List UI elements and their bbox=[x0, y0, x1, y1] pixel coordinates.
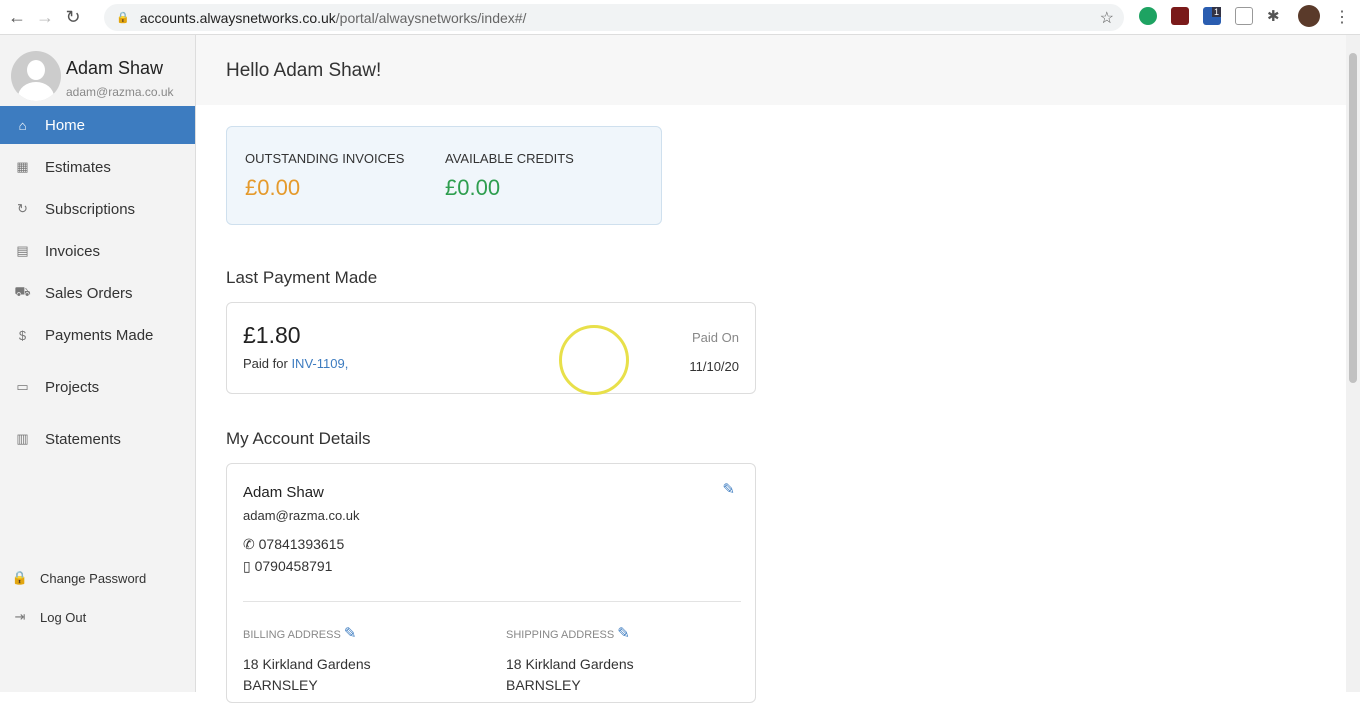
phone-number: 07841393615 bbox=[258, 536, 345, 552]
account-email: adam@razma.co.uk bbox=[243, 508, 360, 523]
invoice-icon: ▤ bbox=[16, 243, 29, 258]
last-payment-card: £1.80 Paid for INV-1109, Paid On 11/10/2… bbox=[226, 302, 756, 394]
cursor-highlight bbox=[559, 325, 629, 395]
logout-icon: ⇥ bbox=[14, 609, 26, 624]
lock-icon: 🔒 bbox=[11, 570, 29, 585]
scrollbar[interactable] bbox=[1346, 35, 1360, 692]
user-name: Adam Shaw bbox=[66, 58, 164, 78]
shipping-label-text: SHIPPING ADDRESS bbox=[506, 629, 615, 641]
sidebar-item-invoices[interactable]: ▤ Invoices bbox=[0, 232, 195, 270]
page-title: Hello Adam Shaw! bbox=[196, 35, 1346, 105]
mobile-number: 0790458791 bbox=[254, 558, 333, 574]
sidebar-item-label: Sales Orders bbox=[45, 284, 133, 302]
outstanding-label: OUTSTANDING INVOICES bbox=[245, 151, 405, 166]
divider bbox=[243, 601, 741, 602]
sidebar-item-label: Invoices bbox=[45, 242, 101, 260]
briefcase-icon: ▭ bbox=[16, 379, 29, 394]
sidebar-item-label: Log Out bbox=[40, 609, 87, 625]
separator: , bbox=[344, 356, 349, 371]
billing-address-label: BILLING ADDRESS ✎ bbox=[243, 624, 356, 642]
sidebar-item-label: Payments Made bbox=[45, 326, 154, 344]
puzzle-extensions-icon[interactable]: ✱ bbox=[1267, 7, 1285, 25]
billing-line1: 18 Kirkland Gardens bbox=[243, 656, 371, 672]
sidebar-item-sales-orders[interactable]: ⛟ Sales Orders bbox=[0, 274, 195, 312]
sidebar-item-home[interactable]: ⌂ Home bbox=[0, 106, 195, 144]
paid-on-date: 11/10/20 bbox=[689, 359, 739, 374]
shipping-line2: BARNSLEY bbox=[506, 677, 581, 693]
statement-icon: ▥ bbox=[16, 431, 29, 446]
shipping-address-label: SHIPPING ADDRESS ✎ bbox=[506, 624, 630, 642]
last-payment-heading: Last Payment Made bbox=[226, 268, 378, 287]
outstanding-value[interactable]: £0.00 bbox=[245, 175, 300, 201]
credits-value[interactable]: £0.00 bbox=[445, 175, 500, 201]
account-name: Adam Shaw bbox=[243, 484, 324, 501]
sidebar-item-label: Estimates bbox=[45, 158, 111, 176]
payment-amount: £1.80 bbox=[243, 322, 301, 348]
billing-address: 18 Kirkland Gardens BARNSLEY bbox=[243, 654, 371, 696]
avatar bbox=[11, 51, 61, 101]
mobile-line: ▯ 0790458791 bbox=[243, 558, 332, 575]
sidebar-item-label: Projects bbox=[45, 378, 100, 396]
address-bar[interactable]: 🔒 accounts.alwaysnetworks.co.uk/portal/a… bbox=[104, 4, 1124, 31]
hangouts-extension-icon[interactable] bbox=[1139, 7, 1157, 25]
user-email: adam@razma.co.uk bbox=[66, 85, 174, 99]
menu-icon[interactable]: ⋮ bbox=[1334, 7, 1352, 26]
subscription-icon: ↻ bbox=[17, 201, 28, 216]
back-icon[interactable]: ← bbox=[6, 7, 28, 28]
paid-for-label: Paid for bbox=[243, 356, 288, 371]
account-details-card: Adam Shaw ✎ adam@razma.co.uk ✆ 078413936… bbox=[226, 463, 756, 703]
summary-card: OUTSTANDING INVOICES £0.00 AVAILABLE CRE… bbox=[226, 126, 662, 225]
phone-icon: ✆ bbox=[243, 536, 255, 552]
cart-icon: ⛟ bbox=[14, 284, 31, 299]
log-out-link[interactable]: ⇥ Log Out bbox=[0, 598, 195, 636]
url-host: accounts.alwaysnetworks.co.uk bbox=[139, 9, 336, 26]
dollar-icon: $ bbox=[18, 327, 27, 343]
invoice-link[interactable]: INV-1109 bbox=[291, 356, 344, 371]
sidebar-item-statements[interactable]: ▥ Statements bbox=[0, 420, 195, 458]
sidebar-item-label: Statements bbox=[45, 430, 121, 448]
pdf-extension-icon[interactable] bbox=[1171, 7, 1189, 25]
edit-billing-icon[interactable]: ✎ bbox=[344, 625, 357, 642]
shipping-address: 18 Kirkland Gardens BARNSLEY bbox=[506, 654, 634, 696]
change-password-link[interactable]: 🔒 Change Password bbox=[0, 559, 195, 597]
profile-avatar[interactable] bbox=[1298, 5, 1320, 27]
estimate-icon: ▦ bbox=[16, 159, 29, 174]
edit-account-icon[interactable]: ✎ bbox=[722, 480, 735, 498]
home-icon: ⌂ bbox=[18, 117, 27, 133]
billing-line2: BARNSLEY bbox=[243, 677, 318, 693]
bitwarden-extension-icon[interactable]: 1 bbox=[1203, 7, 1221, 25]
extension-badge: 1 bbox=[1211, 7, 1221, 17]
sidebar: Adam Shaw adam@razma.co.uk ⌂ Home ▦ Estima… bbox=[0, 35, 196, 692]
sidebar-item-projects[interactable]: ▭ Projects bbox=[0, 368, 195, 406]
forward-icon[interactable]: → bbox=[34, 7, 56, 28]
edit-shipping-icon[interactable]: ✎ bbox=[617, 625, 630, 642]
url-path: /portal/alwaysnetworks/index#/ bbox=[335, 9, 527, 26]
bookmark-star-icon[interactable]: ☆ bbox=[1100, 8, 1114, 28]
credits-label: AVAILABLE CREDITS bbox=[445, 151, 574, 166]
sidebar-item-subscriptions[interactable]: ↻ Subscriptions bbox=[0, 190, 195, 228]
sidebar-item-label: Subscriptions bbox=[45, 200, 136, 218]
billing-label-text: BILLING ADDRESS bbox=[243, 629, 341, 641]
paid-on-label: Paid On bbox=[692, 330, 739, 345]
lock-icon: 🔒 bbox=[116, 12, 130, 24]
sidebar-item-label: Home bbox=[45, 116, 86, 134]
paid-for-line: Paid for INV-1109, bbox=[243, 356, 348, 371]
browser-toolbar: ← → ↻ 🔒 accounts.alwaysnetworks.co.uk/po… bbox=[0, 0, 1360, 35]
screenshot-extension-icon[interactable] bbox=[1235, 7, 1253, 25]
sidebar-item-label: Change Password bbox=[40, 570, 147, 586]
shipping-line1: 18 Kirkland Gardens bbox=[506, 656, 634, 672]
scrollbar-thumb[interactable] bbox=[1349, 53, 1357, 383]
sidebar-item-payments-made[interactable]: $ Payments Made bbox=[0, 316, 195, 354]
sidebar-item-estimates[interactable]: ▦ Estimates bbox=[0, 148, 195, 186]
account-details-heading: My Account Details bbox=[226, 429, 371, 448]
mobile-icon: ▯ bbox=[243, 558, 251, 574]
reload-icon[interactable]: ↻ bbox=[62, 7, 84, 28]
main-content: Hello Adam Shaw! OUTSTANDING INVOICES £0… bbox=[196, 35, 1346, 703]
phone-line: ✆ 07841393615 bbox=[243, 536, 344, 553]
